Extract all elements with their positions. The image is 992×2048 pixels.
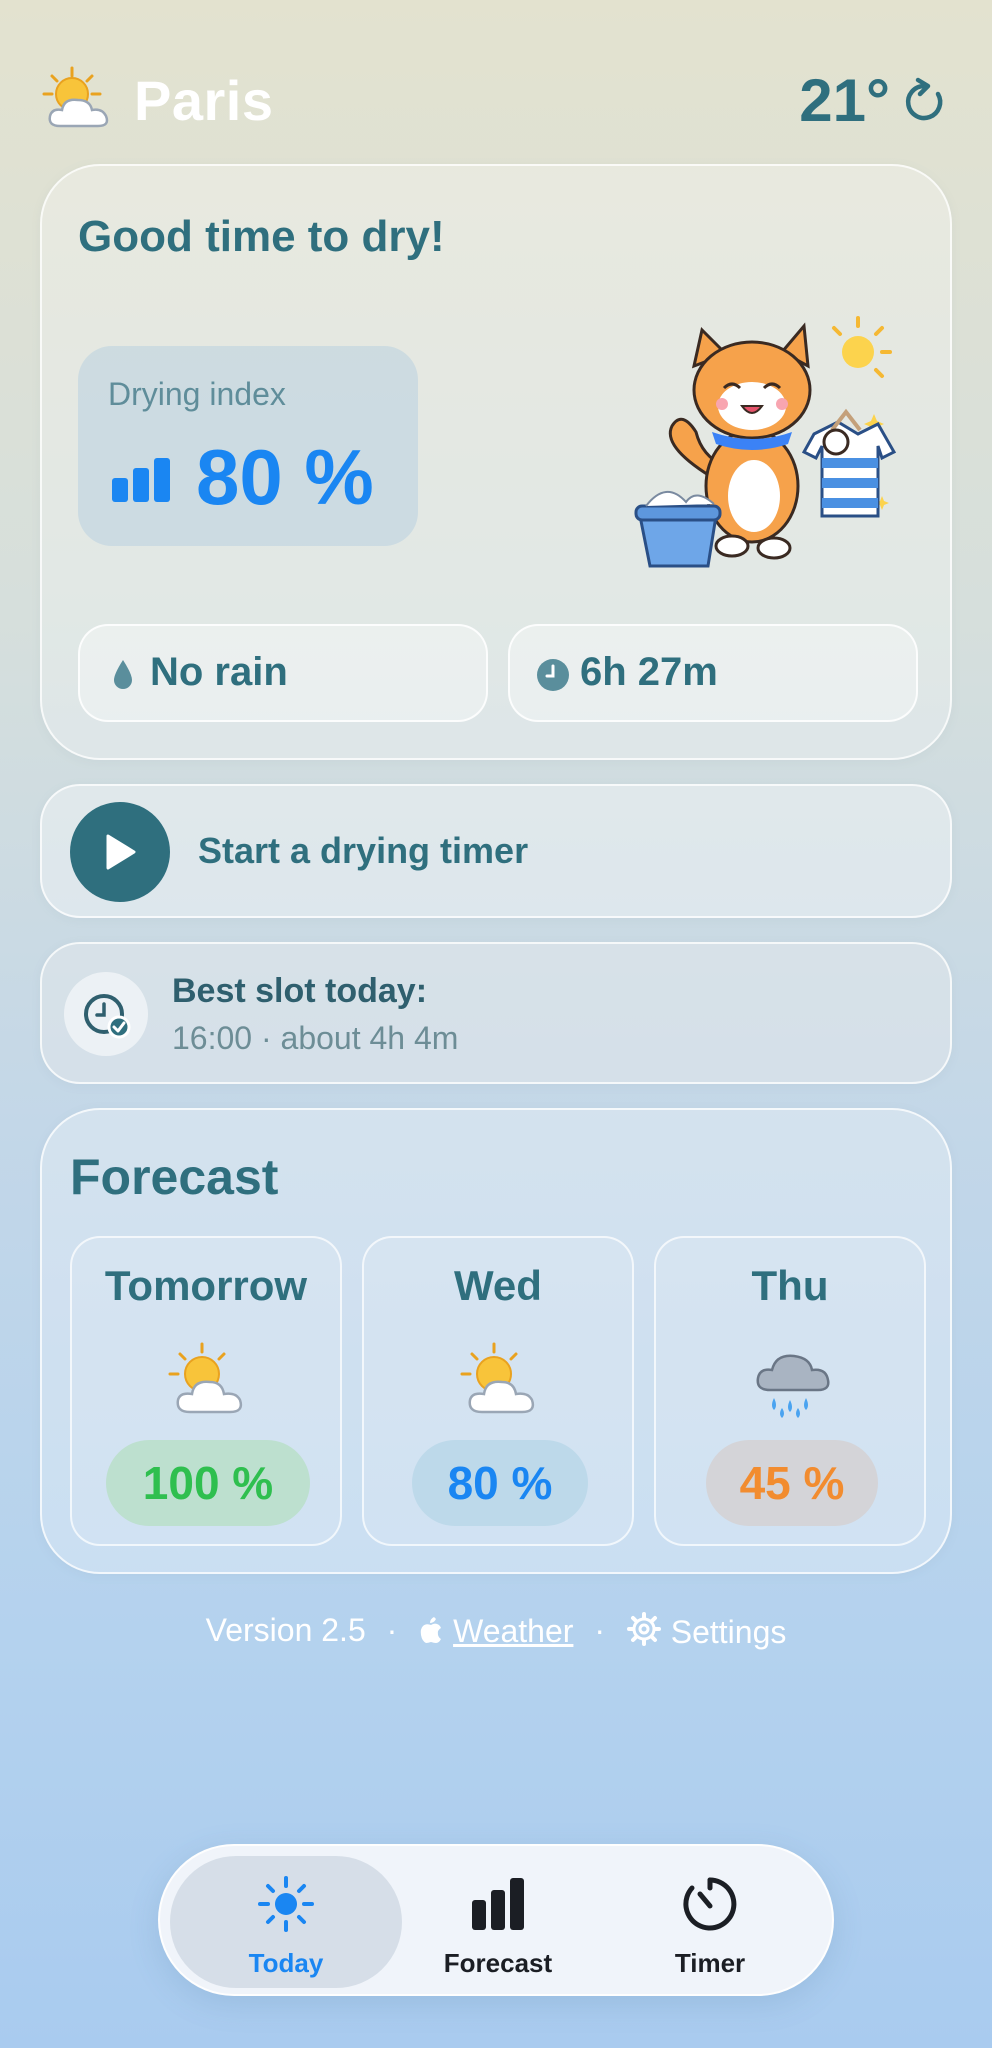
apple-logo-icon	[420, 1617, 442, 1644]
tab-label: Forecast	[443, 1948, 553, 1978]
weather-link[interactable]: Weather	[418, 1611, 573, 1650]
status-title: Good time to dry!	[78, 212, 445, 261]
start-timer-label: Start a drying timer	[198, 830, 529, 871]
header: Paris 21°	[40, 60, 952, 170]
slot-icon-container	[64, 972, 148, 1056]
tab-label: Timer	[674, 1948, 746, 1978]
clock-check-icon	[84, 994, 131, 1039]
water-drop-icon	[114, 660, 132, 689]
best-slot-detail: 16:00 · about 4h 4m	[172, 1020, 459, 1056]
clock-icon	[537, 659, 569, 691]
forecast-day-thu[interactable]: Thu 45 %	[654, 1236, 926, 1546]
footer-links: Version 2.5 · Weather · Settings	[0, 1610, 992, 1660]
bar-chart-icon	[112, 458, 170, 502]
weather-link-label[interactable]: Weather	[453, 1613, 573, 1650]
sun-behind-cloud-icon	[168, 1342, 243, 1414]
drying-index-value: 80 %	[196, 433, 374, 521]
tab-label: Today	[248, 1948, 324, 1978]
play-icon	[106, 834, 136, 870]
play-button[interactable]	[70, 802, 170, 902]
tab-bar: Today Forecast Timer	[158, 1844, 834, 1996]
city-name: Paris	[134, 69, 274, 132]
sun-icon	[258, 1876, 314, 1932]
forecast-value-badge: 100 %	[106, 1440, 310, 1526]
cat-drying-laundry-illustration	[634, 316, 897, 568]
forecast-card: Forecast Tomorrow 100 % Wed 80 % Thu 45 …	[40, 1108, 952, 1574]
start-timer-row[interactable]: Start a drying timer	[40, 784, 952, 918]
settings-link-label[interactable]: Settings	[671, 1614, 787, 1651]
refresh-icon[interactable]	[900, 70, 952, 130]
sun-behind-cloud-icon	[460, 1342, 535, 1414]
drying-status-card: Good time to dry! Drying index 80 % No r…	[40, 164, 952, 760]
timer-icon	[683, 1877, 737, 1931]
drying-index-label: Drying index	[108, 376, 286, 412]
drying-index-box: Drying index 80 %	[78, 346, 418, 546]
forecast-day-name: Thu	[751, 1262, 829, 1309]
best-slot-title: Best slot today:	[172, 972, 428, 1010]
forecast-value-badge: 45 %	[706, 1440, 878, 1526]
rain-status-pill: No rain	[78, 624, 488, 722]
forecast-value: 45 %	[739, 1457, 845, 1509]
duration-text: 6h 27m	[580, 650, 718, 694]
forecast-day-name: Wed	[454, 1262, 542, 1309]
forecast-day-tomorrow[interactable]: Tomorrow 100 %	[70, 1236, 342, 1546]
tab-today[interactable]: Today	[170, 1856, 402, 1988]
duration-pill: 6h 27m	[508, 624, 918, 722]
forecast-value-badge: 80 %	[412, 1440, 588, 1526]
forecast-value: 100 %	[142, 1457, 274, 1509]
temperature: 21°	[799, 67, 890, 134]
tab-forecast[interactable]: Forecast	[382, 1856, 614, 1988]
gear-icon	[626, 1611, 661, 1646]
version-text: Version 2.5	[205, 1612, 366, 1649]
separator-dot: ·	[386, 1612, 398, 1649]
bar-chart-icon	[472, 1878, 524, 1930]
settings-link[interactable]: Settings	[626, 1611, 787, 1651]
rain-status-text: No rain	[150, 650, 288, 694]
forecast-day-wed[interactable]: Wed 80 %	[362, 1236, 634, 1546]
separator-dot: ·	[594, 1612, 605, 1649]
sun-behind-cloud-icon	[42, 66, 109, 128]
rain-cloud-icon	[756, 1354, 830, 1418]
tab-timer[interactable]: Timer	[594, 1856, 826, 1988]
forecast-value: 80 %	[447, 1457, 553, 1509]
best-slot-card: Best slot today: 16:00 · about 4h 4m	[40, 942, 952, 1084]
forecast-day-name: Tomorrow	[104, 1262, 308, 1309]
forecast-title: Forecast	[70, 1149, 279, 1205]
